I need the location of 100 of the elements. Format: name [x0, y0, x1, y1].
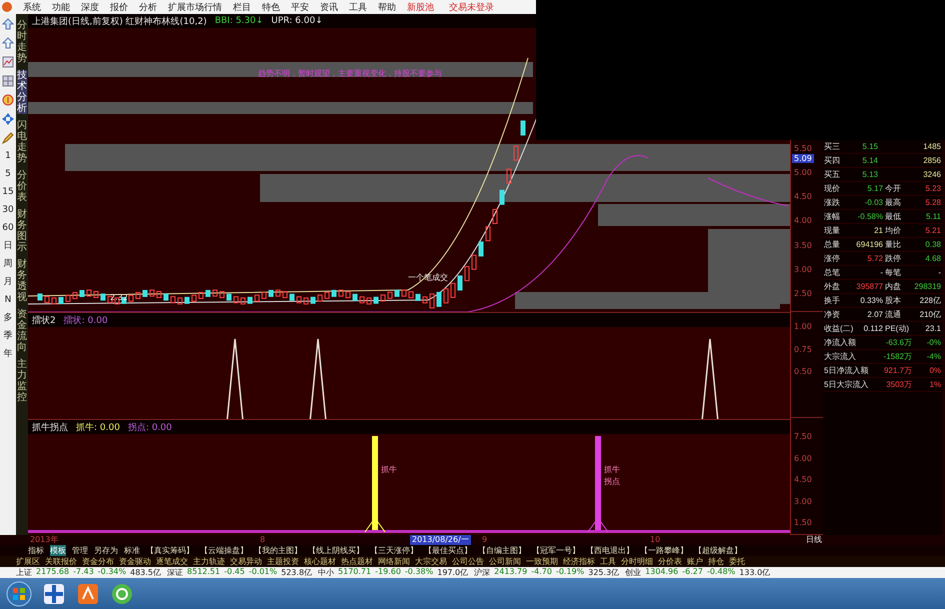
- formula-tab[interactable]: 【我的主图】: [254, 545, 302, 556]
- side-tab[interactable]: 技术分析: [17, 70, 27, 114]
- login-status[interactable]: 交易未登录: [449, 0, 494, 14]
- menu-item[interactable]: 栏目: [233, 0, 251, 14]
- side-tab[interactable]: 主力监控: [17, 359, 27, 403]
- index-amount: 483.5亿: [130, 567, 162, 578]
- panel-link[interactable]: 分价表: [658, 556, 682, 567]
- period-button[interactable]: 30: [2, 205, 14, 216]
- period-button[interactable]: N: [4, 295, 12, 306]
- panel-link[interactable]: 持仓: [708, 556, 724, 567]
- formula-tab[interactable]: 【线上阴线买】: [308, 545, 364, 556]
- start-button-icon[interactable]: [6, 580, 32, 606]
- panel-link[interactable]: 公司公告: [452, 556, 484, 567]
- formula-tab[interactable]: 【超级解盘】: [694, 545, 742, 556]
- panel-link[interactable]: 网络新闻: [378, 556, 410, 567]
- panel-link[interactable]: 交易异动: [230, 556, 262, 567]
- panel-link[interactable]: 主题投资: [267, 556, 299, 567]
- signal-text: 趋势不明，暂时观望，主要重视变化，持股不要参与: [258, 69, 442, 78]
- formula-tab[interactable]: 【云端操盘】: [200, 545, 248, 556]
- panel-link[interactable]: 公司新闻: [489, 556, 521, 567]
- period-button[interactable]: 多: [4, 313, 12, 324]
- side-tab[interactable]: 分价表: [17, 170, 27, 203]
- up-arrow-icon[interactable]: [2, 37, 14, 49]
- period-button[interactable]: 5: [5, 169, 11, 180]
- menu-item[interactable]: 帮助: [378, 0, 396, 14]
- app-logo-icon[interactable]: [76, 582, 100, 606]
- quote-value: 0.112: [862, 324, 884, 333]
- quote-value: 5.13: [861, 170, 879, 179]
- formula-tab[interactable]: 模板: [50, 545, 66, 556]
- menu-item[interactable]: 特色: [262, 0, 280, 14]
- quote-label: 买三: [823, 141, 841, 152]
- panel-link[interactable]: 资金分布: [82, 556, 114, 567]
- formula-tab[interactable]: 【三天涨停】: [370, 545, 418, 556]
- menu-item[interactable]: 系统: [23, 0, 41, 14]
- move-icon[interactable]: [2, 113, 14, 125]
- browser-icon[interactable]: [110, 582, 134, 606]
- panel-link[interactable]: 一致预期: [526, 556, 558, 567]
- axis-tick: 2.50: [794, 288, 813, 299]
- panel-link[interactable]: 账户: [687, 556, 703, 567]
- coin-icon[interactable]: [2, 94, 14, 106]
- panel-link[interactable]: 分时明细: [621, 556, 653, 567]
- formula-tab[interactable]: 标准: [124, 545, 140, 556]
- panel-link[interactable]: 核心题材: [304, 556, 336, 567]
- panel-link[interactable]: 经济指标: [563, 556, 595, 567]
- quote-value: 2856: [922, 156, 942, 165]
- grid-icon[interactable]: [2, 75, 14, 87]
- panel-link[interactable]: 扩展区: [16, 556, 40, 567]
- formula-tab[interactable]: 【西电退出】: [586, 545, 634, 556]
- formula-tab[interactable]: 【一路攀峰】: [640, 545, 688, 556]
- menu-item[interactable]: 深度: [81, 0, 99, 14]
- period-button[interactable]: 1: [5, 151, 11, 162]
- quote-value: -0%: [926, 338, 942, 347]
- quote-label: 换手: [823, 295, 841, 306]
- formula-tab[interactable]: 另存为: [94, 545, 118, 556]
- menu-item[interactable]: 新股池: [407, 0, 434, 14]
- side-tab[interactable]: 分时走势: [17, 20, 27, 64]
- chart-icon[interactable]: [2, 56, 14, 68]
- period-button[interactable]: 60: [2, 223, 14, 234]
- period-button[interactable]: 月: [4, 277, 12, 288]
- panel-link[interactable]: 主力轨迹: [193, 556, 225, 567]
- panel-link[interactable]: 委托: [729, 556, 745, 567]
- up-arrow-icon[interactable]: [2, 18, 14, 30]
- formula-tab[interactable]: 【冠军一号】: [532, 545, 580, 556]
- side-tab[interactable]: 资金流向: [17, 309, 27, 353]
- formula-tab[interactable]: 管理: [72, 545, 88, 556]
- panel-link[interactable]: 逐笔成交: [156, 556, 188, 567]
- menu-item[interactable]: 报价: [110, 0, 128, 14]
- period-button[interactable]: 日: [4, 241, 12, 252]
- period-button[interactable]: 年: [4, 349, 12, 360]
- menu-item[interactable]: 功能: [52, 0, 70, 14]
- index-name: 上证: [16, 567, 32, 578]
- panel-link[interactable]: 工具: [600, 556, 616, 567]
- period-button[interactable]: 周: [4, 259, 12, 270]
- indicator-name: 擂状2: [32, 314, 56, 326]
- axis-tick: 6.00: [794, 454, 813, 464]
- menu-item[interactable]: 分析: [139, 0, 157, 14]
- menu-item[interactable]: 平安: [291, 0, 309, 14]
- pencil-icon[interactable]: [2, 132, 14, 144]
- panel-link[interactable]: 资金驱动: [119, 556, 151, 567]
- side-tab[interactable]: 闪电走势: [17, 120, 27, 164]
- formula-tab[interactable]: 【自编主图】: [478, 545, 526, 556]
- panel-link[interactable]: 大宗交易: [415, 556, 447, 567]
- quote-label: 净流入额: [823, 337, 857, 348]
- side-tab[interactable]: 财务图示: [17, 209, 27, 253]
- formula-tab[interactable]: 【真实筹码】: [146, 545, 194, 556]
- panel-link[interactable]: 关联报价: [45, 556, 77, 567]
- menu-item[interactable]: 工具: [349, 0, 367, 14]
- panel-link[interactable]: 热点题材: [341, 556, 373, 567]
- menu-item[interactable]: 扩展市场行情: [168, 0, 222, 14]
- formula-tab[interactable]: 【最佳买点】: [424, 545, 472, 556]
- formula-tab[interactable]: 指标: [28, 545, 44, 556]
- period-button[interactable]: 季: [4, 331, 12, 342]
- period-button[interactable]: 15: [2, 187, 14, 198]
- index-amount: 197.0亿: [437, 567, 468, 578]
- menu-item[interactable]: 资讯: [320, 0, 338, 14]
- side-tab[interactable]: 财务透视: [17, 259, 27, 303]
- shield-icon[interactable]: [42, 582, 66, 606]
- quote-value: 21: [873, 226, 884, 235]
- index-percent: -0.34%: [98, 567, 126, 578]
- axis-tick: 5.50: [794, 144, 813, 154]
